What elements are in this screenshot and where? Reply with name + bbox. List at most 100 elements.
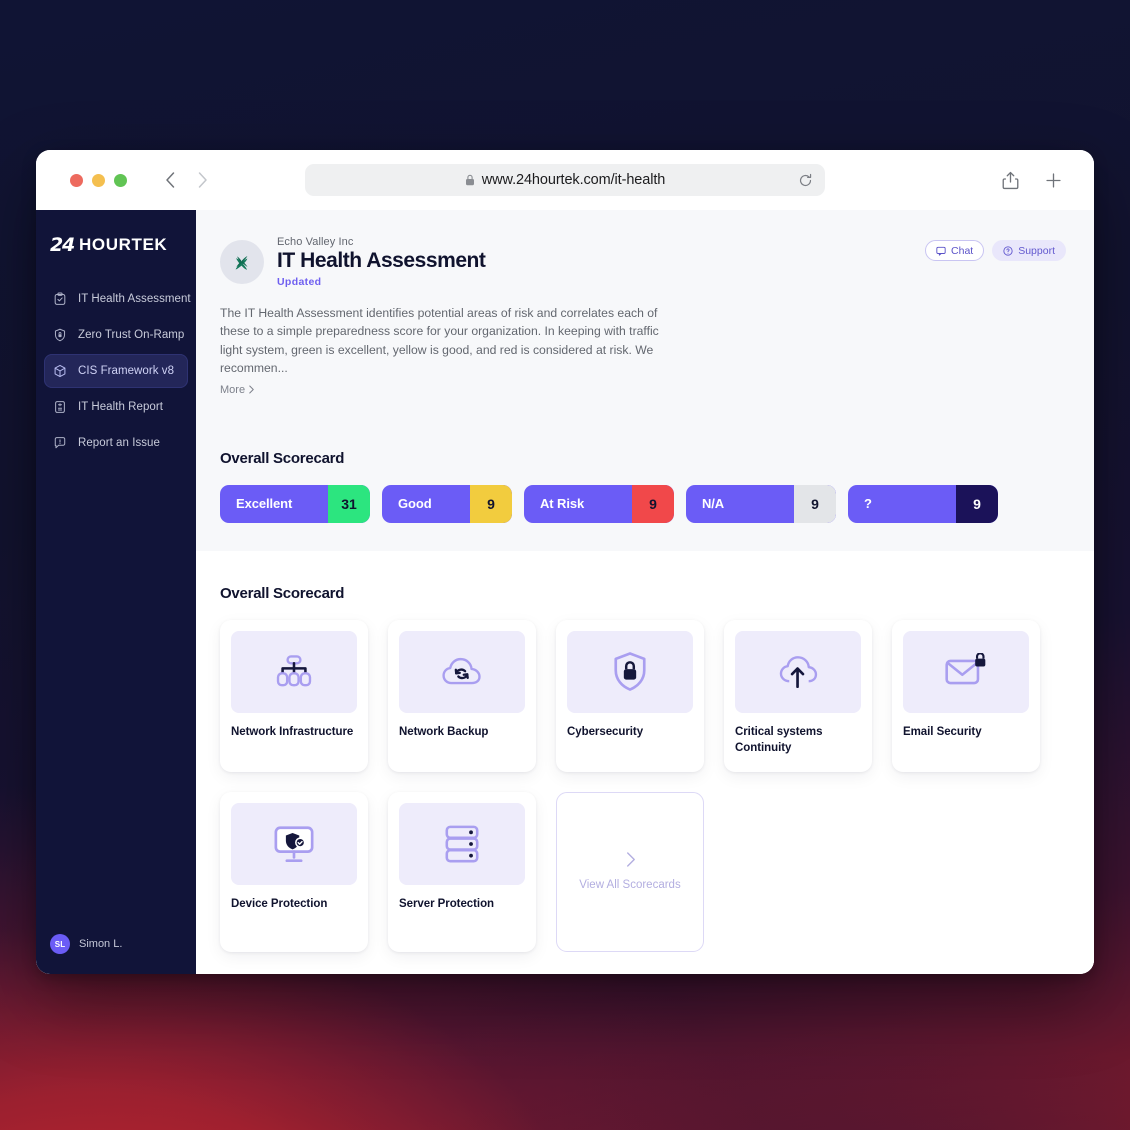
forward-icon[interactable]: [189, 167, 215, 193]
server-rack-icon: [399, 803, 525, 886]
clipboard-check-icon: [52, 292, 68, 306]
url-text: www.24hourtek.com/it-health: [481, 172, 666, 188]
cloud-sync-icon: [399, 630, 525, 713]
scorecard-card-server-protection[interactable]: Server Protection: [388, 792, 536, 953]
scorecard-card-label: Network Backup: [399, 725, 489, 738]
more-link[interactable]: More: [220, 384, 255, 396]
org-name: Echo Valley Inc: [277, 236, 354, 248]
scorecard-bars: Excellent 31 Good 9 At Risk 9 N/A 9 ? 9: [220, 484, 1066, 523]
scorecard-bar-label: Excellent: [236, 496, 293, 512]
logo-wordmark: HOURTEK: [79, 235, 168, 254]
echo-valley-x-icon: [220, 240, 264, 284]
scorecard-bar-value: 9: [470, 484, 512, 523]
address-bar[interactable]: www.24hourtek.com/it-health: [305, 164, 825, 196]
hero-description: The IT Health Assessment identifies pote…: [220, 305, 659, 376]
maximize-window-button[interactable]: [114, 173, 127, 187]
navigation-arrows[interactable]: [157, 167, 215, 193]
scorecard-card-label: Critical systems Continuity: [735, 725, 823, 754]
scorecard-bar-label: At Risk: [540, 496, 585, 512]
scorecard-bar-na[interactable]: N/A 9: [686, 484, 836, 523]
chevron-right-icon: [624, 851, 637, 868]
scorecard-bar-at-risk[interactable]: At Risk 9: [524, 484, 674, 523]
support-button-label: Support: [1018, 244, 1055, 257]
minimize-window-button[interactable]: [92, 173, 105, 187]
sidebar-item-label: Report an Issue: [78, 437, 160, 449]
sidebar-item-label: Zero Trust On-Ramp: [78, 329, 185, 341]
scorecard-bar-good[interactable]: Good 9: [382, 484, 512, 523]
section-title: Overall Scorecard: [220, 449, 345, 467]
browser-window: www.24hourtek.com/it-health 24 HOURTEK I…: [36, 150, 1094, 974]
scorecard-card-label: Email Security: [903, 725, 982, 738]
monitor-shield-icon: [231, 803, 357, 886]
scorecard-card-network-backup[interactable]: Network Backup: [388, 619, 536, 773]
scorecard-bar-value: 31: [328, 484, 370, 523]
help-circle-icon: [1003, 245, 1013, 256]
browser-chrome: www.24hourtek.com/it-health: [36, 150, 1094, 210]
support-button[interactable]: Support: [992, 240, 1066, 261]
scorecard-bar-value: 9: [794, 484, 836, 523]
scorecard-bar-value: 9: [632, 484, 674, 523]
scorecard-card-cybersecurity[interactable]: Cybersecurity: [556, 619, 704, 773]
hero-titles: Echo Valley Inc IT Health Assessment Upd…: [277, 236, 486, 288]
sidebar-item-it-health-report[interactable]: IT Health Report: [44, 390, 188, 424]
view-all-scorecards-button[interactable]: View All Scorecards: [556, 792, 704, 953]
shield-lock-icon: [52, 328, 68, 342]
lock-icon: [465, 174, 475, 186]
close-window-button[interactable]: [70, 173, 83, 187]
hero-actions: Chat Support: [925, 240, 1066, 261]
scorecard-card-label: Network Infrastructure: [231, 725, 354, 738]
cloud-upload-icon: [735, 630, 861, 713]
scorecard-bar-excellent[interactable]: Excellent 31: [220, 484, 370, 523]
chat-button-label: Chat: [951, 244, 974, 257]
sidebar-item-it-health-assessment[interactable]: IT Health Assessment: [44, 282, 191, 316]
scorecard-bar-label: N/A: [702, 496, 725, 512]
overall-scorecard-bars-section: Overall Scorecard Excellent 31 Good 9 At…: [196, 425, 1094, 551]
sidebar-item-report-an-issue[interactable]: Report an Issue: [44, 426, 188, 460]
scorecards-panel: Overall Scorecard Network Infrastructure…: [196, 550, 1094, 974]
scorecard-card-network-infrastructure[interactable]: Network Infrastructure: [220, 619, 368, 773]
sidebar-item-label: CIS Framework v8: [78, 365, 175, 377]
email-lock-icon: [903, 630, 1029, 713]
logo-mark: 24: [50, 234, 75, 256]
scorecard-card-label: Cybersecurity: [567, 725, 644, 738]
hero-section: Echo Valley Inc IT Health Assessment Upd…: [196, 210, 1094, 426]
chevron-right-icon: [248, 385, 255, 394]
chat-button[interactable]: Chat: [925, 240, 985, 261]
page-title: IT Health Assessment: [277, 249, 486, 272]
report-icon: [52, 400, 68, 414]
avatar: SL: [50, 934, 70, 954]
sidebar-item-label: IT Health Report: [78, 401, 163, 413]
chrome-actions: [1002, 171, 1076, 190]
scorecard-card-device-protection[interactable]: Device Protection: [220, 792, 368, 953]
chat-bubble-icon: [936, 246, 946, 256]
shield-lock-icon: [567, 630, 693, 713]
alert-chat-icon: [52, 436, 68, 450]
reload-icon[interactable]: [798, 173, 813, 188]
hero-header: Echo Valley Inc IT Health Assessment Upd…: [220, 236, 1066, 288]
cube-icon: [52, 364, 68, 378]
scorecard-card-critical-systems-continuity[interactable]: Critical systems Continuity: [724, 619, 872, 773]
sidebar-item-label: IT Health Assessment: [78, 293, 191, 305]
scorecard-bar-label: ?: [864, 496, 872, 512]
scorecard-bar-unknown[interactable]: ? 9: [848, 484, 998, 523]
share-icon[interactable]: [1002, 171, 1019, 190]
scorecard-card-label: Server Protection: [399, 898, 495, 911]
user-name: Simon L.: [79, 938, 123, 950]
back-icon[interactable]: [157, 167, 183, 193]
sidebar-item-cis-framework-v8[interactable]: CIS Framework v8: [44, 354, 188, 388]
sidebar-item-zero-trust-on-ramp[interactable]: Zero Trust On-Ramp: [44, 318, 188, 352]
app-body: 24 HOURTEK IT Health Assessment Zero Tru…: [36, 210, 1094, 974]
scorecard-bar-value: 9: [956, 484, 998, 523]
sidebar-user-profile[interactable]: SL Simon L.: [36, 934, 196, 974]
brand-logo[interactable]: 24 HOURTEK: [36, 234, 196, 256]
scorecard-bar-label: Good: [398, 496, 432, 512]
view-all-scorecards-label: View All Scorecards: [579, 879, 681, 892]
scorecard-card-email-security[interactable]: Email Security: [892, 619, 1040, 773]
main-content: Echo Valley Inc IT Health Assessment Upd…: [196, 210, 1094, 974]
window-controls[interactable]: [70, 173, 127, 187]
sidebar-nav: IT Health Assessment Zero Trust On-Ramp …: [36, 282, 196, 460]
new-tab-icon[interactable]: [1045, 172, 1062, 189]
section-title: Overall Scorecard: [220, 584, 345, 602]
status-badge: Updated: [277, 275, 322, 288]
more-link-label: More: [220, 383, 246, 396]
